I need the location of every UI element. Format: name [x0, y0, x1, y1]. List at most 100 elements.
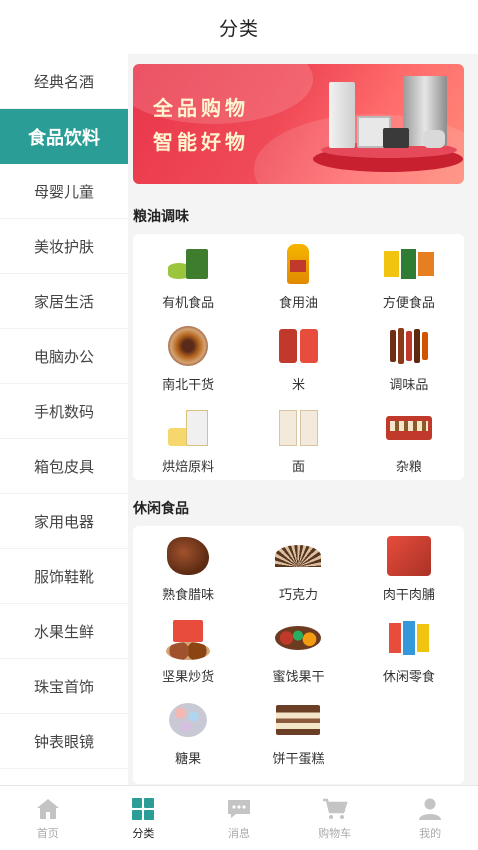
section-title: 粮油调味 [133, 209, 189, 225]
category-item-label: 饼干蛋糕 [272, 752, 325, 767]
category-item-cooking-oil[interactable]: 食用油 [243, 234, 353, 316]
sidebar-item-beauty[interactable]: 美妆护肤 [0, 219, 128, 274]
category-item-instant-food[interactable]: 方便食品 [354, 234, 464, 316]
sidebar-item-fresh[interactable]: 水果生鲜 [0, 604, 128, 659]
category-item-label: 面 [291, 460, 305, 475]
category-item-jerky[interactable]: 肉干肉脯 [354, 526, 464, 608]
sidebar-item-label: 钟表眼镜 [33, 732, 94, 751]
sidebar-item-liquor[interactable]: 经典名酒 [0, 54, 128, 109]
sidebar-item-label: 珠宝首饰 [33, 677, 94, 696]
sidebar-item-label: 家用电器 [33, 512, 94, 531]
category-item-label: 蜜饯果干 [272, 670, 325, 685]
category-item-dried-fruit[interactable]: 蜜饯果干 [243, 608, 353, 690]
category-item-label: 熟食腊味 [162, 588, 215, 603]
sidebar-item-label: 水果生鲜 [33, 622, 94, 641]
instant-food-icon [383, 242, 434, 286]
page-header: 分类 [0, 0, 478, 54]
sidebar-item-label: 手机数码 [33, 402, 94, 421]
user-icon [417, 797, 443, 821]
category-item-label: 食用油 [278, 296, 318, 311]
sidebar-item-label: 电脑办公 [33, 347, 94, 366]
category-item-label: 糖果 [175, 752, 202, 767]
snacks-icon [384, 616, 434, 660]
sidebar-item-food-drink[interactable]: 食品饮料 [0, 109, 128, 164]
category-item-label: 肉干肉脯 [382, 588, 435, 603]
candy-icon [163, 698, 213, 742]
banner-headline: 全品购物 [153, 96, 249, 120]
category-item-chocolate[interactable]: 巧克力 [243, 526, 353, 608]
jerky-icon [384, 534, 434, 578]
tab-profile[interactable]: 我的 [382, 786, 478, 850]
message-icon [226, 797, 252, 821]
chocolate-icon [273, 534, 323, 578]
tab-cart[interactable]: 购物车 [287, 786, 383, 850]
category-item-nuts[interactable]: 坚果炒货 [133, 608, 243, 690]
dried-fruit-icon [273, 616, 323, 660]
bottom-tab-bar: 首页 分类 消息 购物车 我的 [0, 785, 478, 850]
nuts-icon [163, 616, 213, 660]
category-item-snacks[interactable]: 休闲零食 [354, 608, 464, 690]
category-item-rice[interactable]: 米 [243, 316, 353, 398]
tab-category[interactable]: 分类 [96, 786, 192, 850]
rice-icon [273, 324, 323, 368]
category-item-label: 有机食品 [162, 296, 215, 311]
cake-icon [273, 698, 323, 742]
category-icon [130, 797, 156, 821]
sidebar-item-jewelry[interactable]: 珠宝首饰 [0, 659, 128, 714]
sidebar-item-label: 箱包皮具 [33, 457, 94, 476]
category-item-label: 烘焙原料 [162, 460, 215, 475]
sidebar-item-watches[interactable]: 钟表眼镜 [0, 714, 128, 769]
category-item-flour[interactable]: 面 [243, 398, 353, 480]
condiments-icon [384, 324, 434, 368]
sidebar-item-baby[interactable]: 母婴儿童 [0, 164, 128, 219]
category-item-candy[interactable]: 糖果 [133, 690, 243, 772]
page-title: 分类 [218, 17, 259, 40]
sidebar-item-label: 服饰鞋靴 [33, 567, 94, 586]
sidebar-item-bags[interactable]: 箱包皮具 [0, 439, 128, 494]
category-item-label: 杂粮 [395, 460, 422, 475]
category-item-baking[interactable]: 烘焙原料 [133, 398, 243, 480]
section-card-snacks: 熟食腊味 巧克力 肉干肉脯 坚果炒货 蜜饯果干 休闲零食 糖果 饼干蛋糕 [133, 526, 464, 784]
cooking-oil-icon [273, 242, 323, 286]
flour-icon [273, 406, 323, 450]
cart-icon [322, 797, 348, 821]
category-sidebar: 经典名酒 食品饮料 母婴儿童 美妆护肤 家居生活 电脑办公 手机数码 箱包皮具 … [0, 54, 128, 785]
tab-message[interactable]: 消息 [191, 786, 287, 850]
category-item-cake[interactable]: 饼干蛋糕 [243, 690, 353, 772]
category-item-cured-meat[interactable]: 熟食腊味 [133, 526, 243, 608]
sidebar-item-apparel[interactable]: 服饰鞋靴 [0, 549, 128, 604]
grains-icon [384, 406, 434, 450]
promo-banner[interactable]: 全品购物 智能好物 [133, 64, 464, 184]
sidebar-item-office[interactable]: 电脑办公 [0, 329, 128, 384]
section-title: 休闲食品 [133, 501, 189, 517]
category-item-label: 方便食品 [382, 296, 435, 311]
category-content: 全品购物 智能好物 粮油调味 有机食品 食用油 方便食品 南北干货 米 调味品 … [128, 54, 478, 785]
category-item-grains[interactable]: 杂粮 [354, 398, 464, 480]
air-conditioner-icon [329, 82, 355, 148]
category-item-label: 休闲零食 [382, 670, 435, 685]
category-item-dried-goods[interactable]: 南北干货 [133, 316, 243, 398]
sidebar-item-home[interactable]: 家居生活 [0, 274, 128, 329]
tab-home[interactable]: 首页 [0, 786, 96, 850]
sidebar-item-label: 美妆护肤 [33, 237, 94, 256]
category-item-condiments[interactable]: 调味品 [354, 316, 464, 398]
baking-icon [163, 406, 213, 450]
category-item-organic-food[interactable]: 有机食品 [133, 234, 243, 316]
category-item-label: 巧克力 [278, 588, 318, 603]
sidebar-item-label: 母婴儿童 [33, 182, 94, 201]
sidebar-item-digital[interactable]: 手机数码 [0, 384, 128, 439]
tab-label: 分类 [132, 827, 155, 840]
sidebar-item-label: 经典名酒 [33, 72, 94, 91]
cured-meat-icon [163, 534, 213, 578]
category-item-label: 坚果炒货 [162, 670, 215, 685]
category-item-label: 南北干货 [162, 378, 215, 393]
section-card-grain-oil: 有机食品 食用油 方便食品 南北干货 米 调味品 烘焙原料 面 杂粮 [133, 234, 464, 480]
home-icon [35, 797, 61, 821]
sidebar-item-appliances[interactable]: 家用电器 [0, 494, 128, 549]
microwave-icon [383, 128, 409, 148]
banner-subheadline: 智能好物 [153, 130, 249, 154]
tab-label: 我的 [419, 827, 442, 840]
tab-label: 消息 [227, 827, 250, 840]
category-item-label: 米 [291, 378, 305, 393]
dried-goods-icon [163, 324, 213, 368]
